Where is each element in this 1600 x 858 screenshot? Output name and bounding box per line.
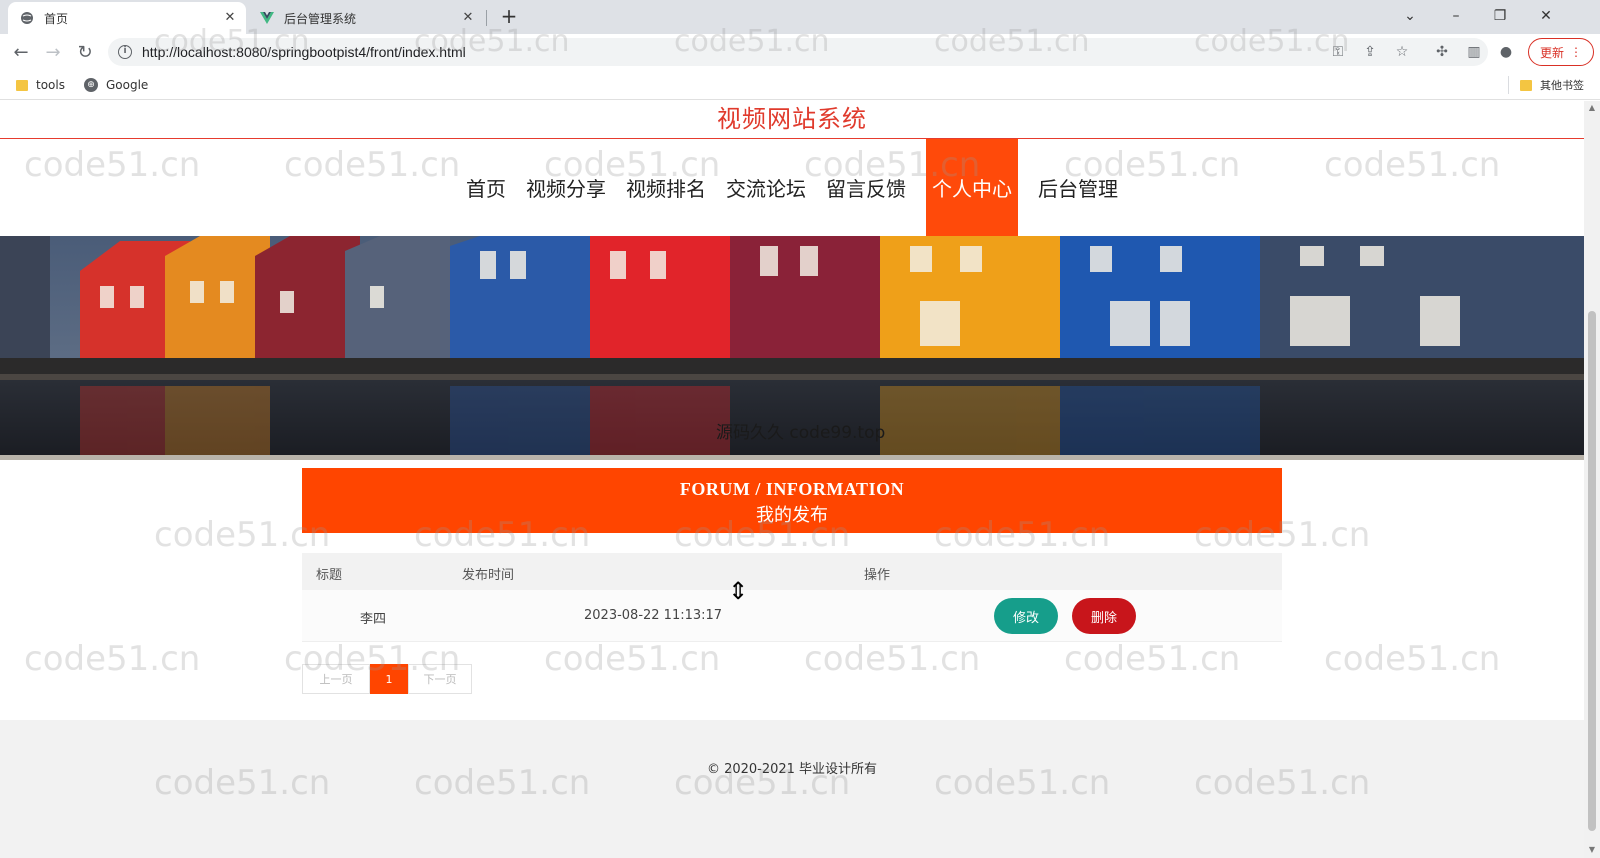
bookmark-separator: [1508, 76, 1509, 94]
section-header: FORUM / INFORMATION 我的发布: [302, 468, 1282, 533]
profile-icon[interactable]: ●: [1496, 42, 1516, 62]
edit-button[interactable]: 修改: [994, 598, 1058, 634]
url-text[interactable]: http://localhost:8080/springbootpist4/fr…: [142, 44, 466, 60]
delete-button[interactable]: 删除: [1072, 598, 1136, 634]
table-header: 标题 发布时间 操作: [302, 553, 1282, 590]
site-title: 视频网站系统: [717, 107, 867, 133]
other-bookmarks[interactable]: 其他书签: [1520, 76, 1584, 94]
globe-icon: [20, 11, 34, 25]
pagination: 上一页 1 下一页: [302, 664, 472, 694]
folder-icon: [16, 79, 28, 91]
watermark: code51.cn: [804, 639, 981, 679]
scroll-up-icon[interactable]: ▲: [1587, 103, 1597, 112]
close-icon[interactable]: ✕: [460, 10, 476, 26]
watermark: code51.cn: [544, 639, 721, 679]
tab-search-chevron-icon[interactable]: ⌄: [1390, 4, 1430, 28]
new-tab-icon[interactable]: +: [498, 6, 520, 28]
reload-icon[interactable]: ↻: [72, 40, 98, 66]
bookmark-google[interactable]: ⊕ Google: [84, 76, 148, 94]
tab-separator: [486, 10, 487, 26]
more-vert-icon: ⋮: [1570, 45, 1582, 59]
nav-item-video-share[interactable]: 视频分享: [516, 139, 616, 236]
nav-item-home[interactable]: 首页: [456, 139, 516, 236]
bookmarks-bar: tools ⊕ Google 其他书签: [0, 70, 1600, 100]
nav-item-feedback[interactable]: 留言反馈: [816, 139, 916, 236]
site-header: 视频网站系统: [0, 101, 1584, 139]
key-icon[interactable]: ⚿: [1328, 42, 1348, 62]
bookmark-tools[interactable]: tools: [16, 76, 65, 94]
scrollbar-thumb[interactable]: [1588, 311, 1596, 831]
share-icon[interactable]: ⇪: [1360, 42, 1380, 62]
site-info-icon[interactable]: i: [118, 45, 132, 59]
back-arrow-icon[interactable]: ←: [8, 40, 34, 66]
address-bar[interactable]: i http://localhost:8080/springbootpist4/…: [108, 38, 1488, 66]
resize-cursor-icon: ⇕: [728, 577, 749, 605]
bookmark-label: Google: [106, 78, 149, 92]
section-title-en: FORUM / INFORMATION: [679, 479, 905, 499]
main-nav: 首页 视频分享 视频排名 交流论坛 留言反馈 个人中心 后台管理: [0, 139, 1584, 236]
row-time: 2023-08-22 11:13:17: [584, 608, 723, 623]
restore-icon[interactable]: ❐: [1480, 4, 1520, 28]
page-scrollbar[interactable]: ▲ ▼: [1584, 101, 1600, 858]
bookmark-label: tools: [36, 78, 65, 92]
scroll-down-icon[interactable]: ▼: [1587, 845, 1597, 854]
browser-toolbar: ← → ↻ i http://localhost:8080/springboot…: [0, 34, 1600, 70]
side-panel-icon[interactable]: ▥: [1464, 42, 1484, 62]
my-posts-table: 标题 发布时间 操作 李四 2023-08-22 11:13:17 修改 删除: [302, 553, 1282, 642]
table-row: 李四 2023-08-22 11:13:17 修改 删除: [302, 590, 1282, 642]
vue-logo-icon: [260, 11, 274, 25]
star-icon[interactable]: ☆: [1392, 42, 1412, 62]
watermark: code51.cn: [24, 639, 201, 679]
nav-item-personal-center[interactable]: 个人中心: [926, 139, 1018, 236]
globe-icon: ⊕: [84, 78, 98, 92]
prev-page-button[interactable]: 上一页: [302, 664, 370, 694]
close-icon[interactable]: ✕: [222, 10, 238, 26]
extensions-icon[interactable]: ✣: [1432, 42, 1452, 62]
other-bookmarks-label: 其他书签: [1540, 79, 1584, 92]
nav-item-admin[interactable]: 后台管理: [1028, 139, 1128, 236]
update-label: 更新: [1539, 45, 1564, 60]
minimize-icon[interactable]: –: [1436, 4, 1476, 28]
site-footer: © 2020-2021 毕业设计所有: [0, 720, 1584, 858]
footer-copyright: © 2020-2021 毕业设计所有: [706, 762, 878, 777]
column-header-actions: 操作: [864, 568, 891, 583]
tab-title: 后台管理系统: [284, 11, 357, 26]
page-1-button[interactable]: 1: [370, 664, 408, 694]
banner-caption: 源码久久 code99.top: [716, 423, 886, 443]
folder-icon: [1520, 79, 1532, 91]
tab-title: 首页: [44, 11, 69, 26]
nav-item-video-ranking[interactable]: 视频排名: [616, 139, 716, 236]
row-title: 李四: [360, 612, 387, 627]
column-header-title: 标题: [316, 568, 343, 583]
nav-item-forum[interactable]: 交流论坛: [716, 139, 816, 236]
window-close-icon[interactable]: ✕: [1526, 4, 1566, 28]
hero-banner: 源码久久 code99.top: [0, 236, 1584, 460]
section-title-zh: 我的发布: [756, 505, 828, 525]
browser-tab-admin[interactable]: 后台管理系统 ✕: [248, 2, 484, 34]
watermark: code51.cn: [1324, 639, 1501, 679]
next-page-button[interactable]: 下一页: [408, 664, 472, 694]
browser-tab-home[interactable]: 首页 ✕: [8, 2, 246, 34]
browser-tab-bar: 首页 ✕ 后台管理系统 ✕ + ⌄ – ❐ ✕: [0, 0, 1600, 34]
page-viewport: 视频网站系统 首页 视频分享 视频排名 交流论坛 留言反馈 个人中心 后台管理: [0, 101, 1584, 858]
watermark: code51.cn: [1064, 639, 1241, 679]
update-button[interactable]: 更新 ⋮: [1528, 38, 1594, 66]
column-header-time: 发布时间: [462, 568, 515, 583]
forward-arrow-icon[interactable]: →: [40, 40, 66, 66]
